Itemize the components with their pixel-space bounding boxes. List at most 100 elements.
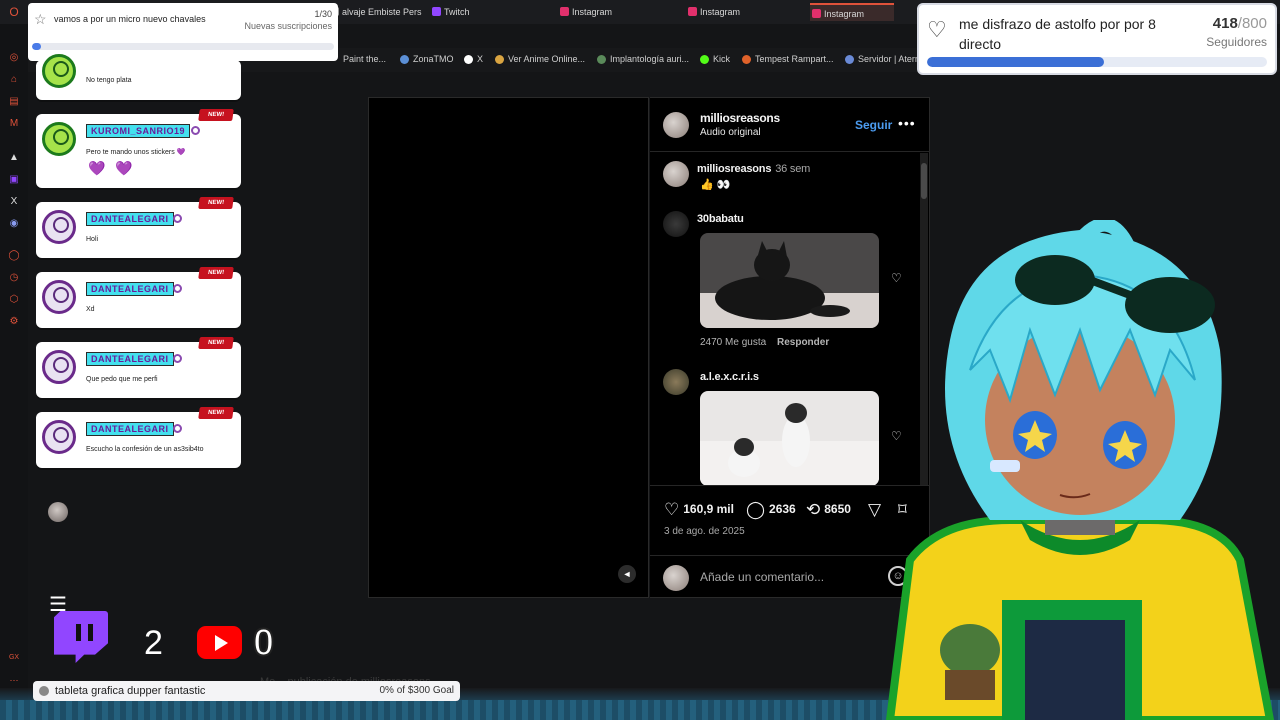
chat-message: NEW! DANTEALEGARI Que pedo que me perfi [36,337,241,398]
twitch-viewer-count: 2 [144,624,163,662]
donation-goal-widget: tableta grafica dupper fantastic 0% of $… [33,681,460,701]
chat-username: DANTEALEGARI [86,282,174,296]
comment-avatar[interactable] [663,161,689,187]
comment-username[interactable]: milliosreasons 36 sem [697,163,810,175]
settings-gear-icon[interactable]: ⚙ [8,316,20,328]
history-icon[interactable]: ◷ [8,272,20,284]
sidebar-app-icon[interactable]: ◎ [8,52,20,64]
goal-progress-bar [927,57,1267,67]
goal-title: vamos a por un micro nuevo chavales [54,14,206,24]
instagram-favicon-icon [812,9,821,18]
goal-title: me disfrazo de astolfo por por 8 directo [959,16,1156,52]
goal-count: 1/30 [314,9,332,19]
repost-button[interactable]: ⟲ 8650 [806,500,851,520]
sub-badge-icon [173,424,182,433]
sub-badge-icon [173,284,182,293]
user-avatar[interactable] [48,502,68,522]
more-icon[interactable]: ⋯ [8,674,20,686]
post-header: milliosreasons Audio original Seguir ••• [650,98,930,152]
author-avatar[interactable] [663,112,689,138]
mute-toggle-button[interactable]: ◄ [618,565,636,583]
zonatmo-icon [400,55,409,64]
sidebar-app-icon[interactable]: ⬡ [8,294,20,306]
hearts-icon: ♡ [927,17,947,42]
youtube-viewer-count: 0 [252,621,275,665]
browser-tab-instagram[interactable]: Instagram [686,3,740,21]
goal-subtitle: Seguidores [1206,35,1267,49]
sidebar-app-icon[interactable]: ◯ [8,250,20,262]
tempest-icon [742,55,751,64]
twitch-sidebar-icon[interactable]: ▣ [8,174,20,186]
opera-logo-icon[interactable]: O [8,6,20,18]
bookmark-item[interactable]: Ver Anime Online... [495,54,585,64]
instagram-favicon-icon [560,7,569,16]
bookmark-item[interactable]: Kick [700,54,730,64]
stream-screen: { "browser": { "tabs": [ {"label": "alva… [0,0,1280,720]
x-icon [464,55,473,64]
scrollbar-thumb[interactable] [921,163,927,199]
chat-username: DANTEALEGARI [86,422,174,436]
star-icon: ☆ [34,11,47,27]
comment-text: 👍 👀 [700,179,731,191]
browser-tab-instagram[interactable]: Instagram [558,3,612,21]
x-sidebar-icon[interactable]: X [8,196,20,208]
bookmark-item[interactable]: Servidor | Atern [845,54,920,64]
implant-icon [597,55,606,64]
reply-button[interactable]: Responder [777,337,829,348]
sidebar-app-icon[interactable]: M [8,118,20,130]
anime-icon [495,55,504,64]
sidebar-app-icon[interactable]: ⌂ [8,74,20,86]
author-username[interactable]: milliosreasons [700,111,780,125]
bookmark-item[interactable]: X [464,54,483,64]
follower-goal-widget: ♡ me disfrazo de astolfo por por 8 direc… [917,3,1277,75]
chat-message: NEW! KUROMI_SANRIO19 Pero te mando unos … [36,109,241,188]
comment-input[interactable]: Añade un comentario... [700,570,824,584]
sidebar-app-icon[interactable]: ▲ [8,152,20,164]
discord-sidebar-icon[interactable]: ◉ [8,218,20,230]
server-icon [845,55,854,64]
post-date: 3 de ago. de 2025 [664,526,745,537]
kick-icon [700,55,709,64]
sub-badge-icon [191,126,200,135]
repost-icon: ⟲ [806,500,821,519]
comment-sticker-image [700,233,879,328]
browser-tab-instagram-active[interactable]: Instagram [810,3,895,21]
bookmark-item[interactable]: Tempest Rampart... [742,54,834,64]
chat-avatar [42,350,76,384]
chat-username: DANTEALEGARI [86,212,174,226]
browser-tab-twitch[interactable]: Twitch [430,3,470,21]
black-cat-image [700,233,879,328]
comment-button[interactable]: ◯ 2636 [746,500,796,520]
comment-username[interactable]: 30babatu [697,213,744,225]
sidebar-app-icon[interactable]: ▤ [8,96,20,108]
comment-username[interactable]: a.l.e.x.c.r.i.s [700,371,759,383]
goal-icon [39,686,49,696]
browser-sidebar: O ◎ ⌂ ▤ M ▲ ▣ X ◉ ◯ ◷ ⬡ ⚙ GX ⋯ [0,6,28,720]
two-cats-image [700,391,879,485]
comment-avatar[interactable] [663,369,689,395]
vtuber-avatar-image [885,220,1275,720]
more-options-icon[interactable]: ••• [898,115,916,131]
subscription-goal-widget: ☆ vamos a por un micro nuevo chavales 1/… [28,3,338,61]
browser-tab[interactable]: alvaje Embiste Pers [328,3,422,21]
comment-likes[interactable]: 2470 Me gusta [700,337,766,348]
twitch-favicon-icon [432,7,441,16]
audio-label[interactable]: Audio original [700,127,761,138]
like-button[interactable]: ♡ 160,9 mil [664,500,734,520]
twitch-logo-icon [54,611,108,663]
goal-subtitle: Nuevas suscripciones [244,21,332,31]
reel-video-player[interactable]: ◄ [368,97,649,598]
bookmark-item[interactable]: Implantología auri... [597,54,689,64]
sidebar-app-icon[interactable]: GX [8,652,20,664]
follow-button[interactable]: Seguir [855,118,892,132]
chat-message: NEW! DANTEALEGARI Holi [36,197,241,258]
instagram-favicon-icon [688,7,697,16]
comment-avatar[interactable] [663,211,689,237]
chat-avatar [42,210,76,244]
donation-goal-title: tableta grafica dupper fantastic [55,685,206,697]
bookmark-item[interactable]: ZonaTMO [400,54,454,64]
current-user-avatar [663,565,689,591]
bookmark-item[interactable]: Paint the... [330,54,386,64]
chat-avatar [42,420,76,454]
donation-goal-progress: 0% of $300 Goal [379,685,455,696]
